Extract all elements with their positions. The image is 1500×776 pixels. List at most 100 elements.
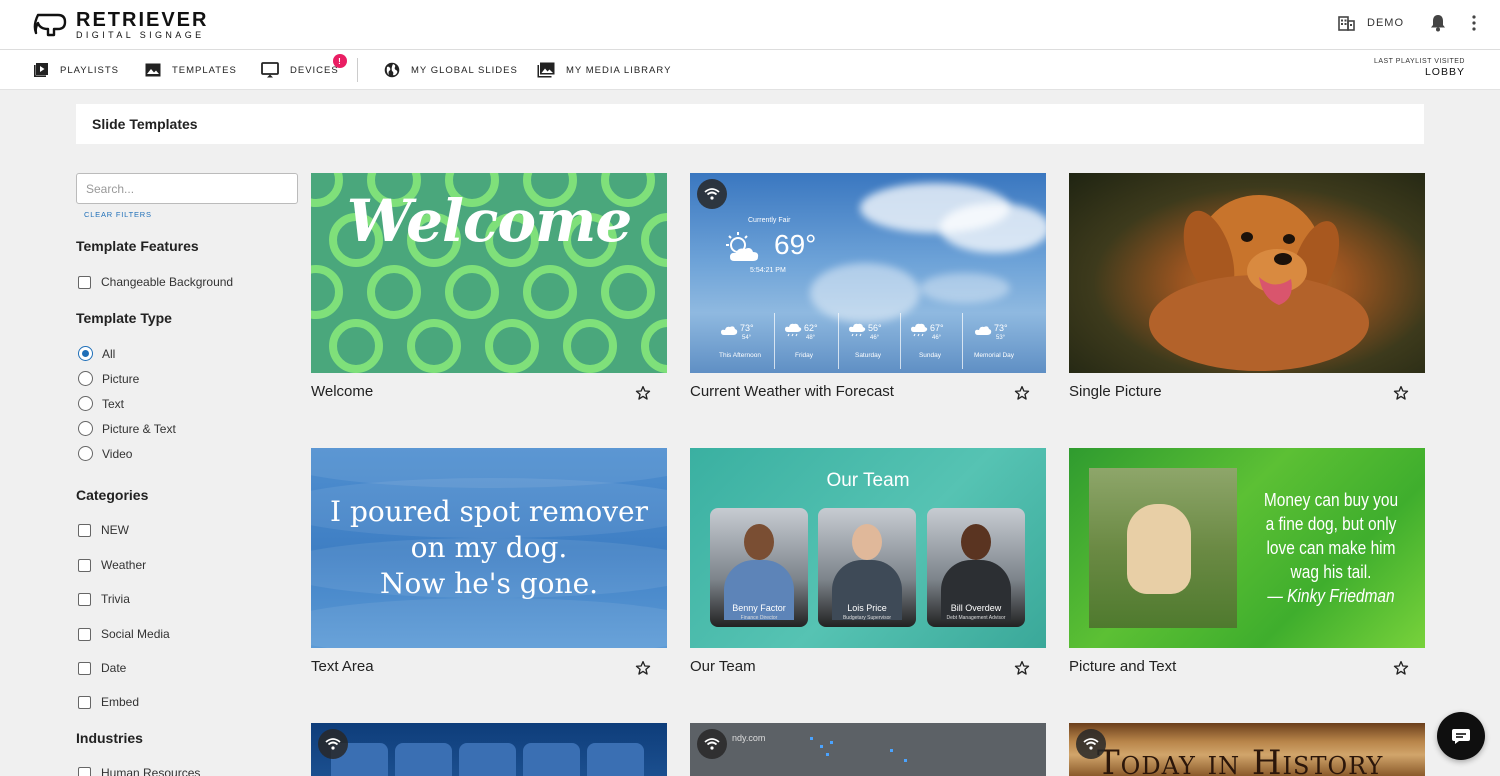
forecast-high: 67° xyxy=(930,323,944,333)
type-picture-and-text[interactable]: Picture & Text xyxy=(78,421,176,436)
category-new[interactable]: NEW xyxy=(78,523,129,537)
template-card-welcome[interactable]: Welcome Welcome xyxy=(311,173,667,400)
wifi-icon xyxy=(1083,738,1099,750)
category-label: Date xyxy=(101,661,127,675)
template-thumbnail[interactable] xyxy=(311,723,667,776)
favorite-star-icon[interactable] xyxy=(1014,385,1030,401)
forecast-day: 73° 53° Memorial Day xyxy=(964,315,1024,365)
checkbox[interactable] xyxy=(78,627,91,641)
nav-playlists[interactable]: PLAYLISTS xyxy=(33,50,119,90)
checkbox[interactable] xyxy=(78,695,91,709)
main-nav: PLAYLISTS TEMPLATES DEVICES ! MY GLOBAL … xyxy=(0,50,1500,90)
template-thumbnail[interactable] xyxy=(1069,173,1425,373)
radio[interactable] xyxy=(78,421,93,436)
category-date[interactable]: Date xyxy=(78,661,126,675)
template-thumbnail[interactable]: Money can buy you a fine dog, but only l… xyxy=(1069,448,1425,648)
type-text[interactable]: Text xyxy=(78,396,124,411)
pattern-ring xyxy=(601,265,655,319)
weather-tile xyxy=(459,743,516,776)
category-label: Social Media xyxy=(101,627,170,641)
building-icon xyxy=(1338,15,1355,31)
nav-templates[interactable]: TEMPLATES xyxy=(145,50,237,90)
pattern-ring xyxy=(367,265,421,319)
type-video[interactable]: Video xyxy=(78,446,132,461)
radar-dot xyxy=(826,753,829,756)
chat-support-button[interactable] xyxy=(1437,712,1485,760)
quote-author: — Kinky Friedman xyxy=(1267,586,1395,606)
radio[interactable] xyxy=(78,446,93,461)
category-trivia[interactable]: Trivia xyxy=(78,592,130,606)
template-thumbnail[interactable]: I poured spot remover on my dog. Now he'… xyxy=(311,448,667,648)
template-card-single-picture[interactable]: Single Picture xyxy=(1069,173,1425,400)
favorite-star-icon[interactable] xyxy=(1393,385,1409,401)
quote-line: love can make him xyxy=(1266,538,1396,558)
cloud-shape xyxy=(920,273,1010,303)
radio[interactable] xyxy=(78,371,93,386)
favorite-star-icon[interactable] xyxy=(1393,660,1409,676)
type-all[interactable]: All xyxy=(78,346,115,361)
template-card-our-team[interactable]: Our Team Benny Factor Finance Director L… xyxy=(690,448,1046,675)
checkbox[interactable] xyxy=(78,523,91,537)
nav-playlists-label: PLAYLISTS xyxy=(60,64,119,76)
type-label: Picture xyxy=(102,371,140,386)
template-title: Current Weather with Forecast xyxy=(690,383,894,400)
notifications-button[interactable] xyxy=(1430,14,1446,32)
category-weather[interactable]: Weather xyxy=(78,558,146,572)
category-social-media[interactable]: Social Media xyxy=(78,627,170,641)
nav-global-slides[interactable]: MY GLOBAL SLIDES xyxy=(384,50,518,90)
category-label: Trivia xyxy=(101,592,130,606)
radio[interactable] xyxy=(78,396,93,411)
template-card-current-weather[interactable]: Currently Fair 69° 5:54:21 PM 73° 54° Th… xyxy=(690,173,1046,400)
last-playlist-visited[interactable]: LAST PLAYLIST VISITED LOBBY xyxy=(1374,58,1465,79)
checkbox[interactable] xyxy=(78,275,91,289)
brand-logo[interactable]: RETRIEVER DIGITAL SIGNAGE xyxy=(32,10,208,40)
categories-heading: Categories xyxy=(76,487,149,503)
checkbox[interactable] xyxy=(78,661,91,675)
forecast-high: 56° xyxy=(868,323,882,333)
radio-selected[interactable] xyxy=(78,346,93,361)
weather-tile xyxy=(587,743,644,776)
template-card-today-in-history[interactable]: Today in History xyxy=(1069,723,1425,776)
pattern-ring xyxy=(311,265,343,319)
team-heading: Our Team xyxy=(826,470,910,491)
nav-devices[interactable]: DEVICES ! xyxy=(261,50,347,90)
type-picture[interactable]: Picture xyxy=(78,371,139,386)
checkbox[interactable] xyxy=(78,592,91,606)
industries-heading: Industries xyxy=(76,730,143,746)
checkbox[interactable] xyxy=(78,558,91,572)
template-card-weather-icons[interactable] xyxy=(311,723,667,776)
category-embed[interactable]: Embed xyxy=(78,695,139,709)
template-card-weather-map[interactable]: ndy.com xyxy=(690,723,1046,776)
forecast-day: 56° 46° Saturday xyxy=(838,315,898,365)
wave-shape xyxy=(311,598,667,648)
more-menu-button[interactable] xyxy=(1472,15,1476,31)
partly-cloudy-icon xyxy=(721,326,738,335)
member-name: Lois Price xyxy=(847,603,887,613)
industry-label: Human Resources xyxy=(101,766,201,776)
forecast-day: 67° 46° Sunday xyxy=(900,315,960,365)
partly-cloudy-icon xyxy=(975,326,992,335)
page-title: Slide Templates xyxy=(76,104,1424,144)
industry-human-resources[interactable]: Human Resources xyxy=(78,766,200,776)
favorite-star-icon[interactable] xyxy=(635,385,651,401)
filter-changeable-background[interactable]: Changeable Background xyxy=(78,275,233,289)
template-card-text-area[interactable]: I poured spot remover on my dog. Now he'… xyxy=(311,448,667,675)
template-thumbnail[interactable]: Our Team Benny Factor Finance Director L… xyxy=(690,448,1046,648)
template-thumbnail[interactable]: Currently Fair 69° 5:54:21 PM 73° 54° Th… xyxy=(690,173,1046,373)
brand-subtitle: DIGITAL SIGNAGE xyxy=(76,30,205,40)
favorite-star-icon[interactable] xyxy=(1014,660,1030,676)
favorite-star-icon[interactable] xyxy=(635,660,651,676)
template-thumbnail[interactable]: Today in History xyxy=(1069,723,1425,776)
monitor-icon xyxy=(261,62,279,78)
template-thumbnail[interactable]: Welcome xyxy=(311,173,667,373)
member-photo-head xyxy=(961,524,991,560)
checkbox[interactable] xyxy=(78,766,91,776)
search-input[interactable] xyxy=(76,173,298,204)
clear-filters-link[interactable]: CLEAR FILTERS xyxy=(84,210,298,219)
nav-media-library[interactable]: MY MEDIA LIBRARY xyxy=(537,50,671,90)
template-title: Text Area xyxy=(311,658,374,675)
org-switcher[interactable]: DEMO xyxy=(1338,15,1404,31)
template-thumbnail[interactable]: ndy.com xyxy=(690,723,1046,776)
template-card-picture-and-text[interactable]: Money can buy you a fine dog, but only l… xyxy=(1069,448,1425,675)
quote-line: I poured spot remover xyxy=(330,495,648,528)
